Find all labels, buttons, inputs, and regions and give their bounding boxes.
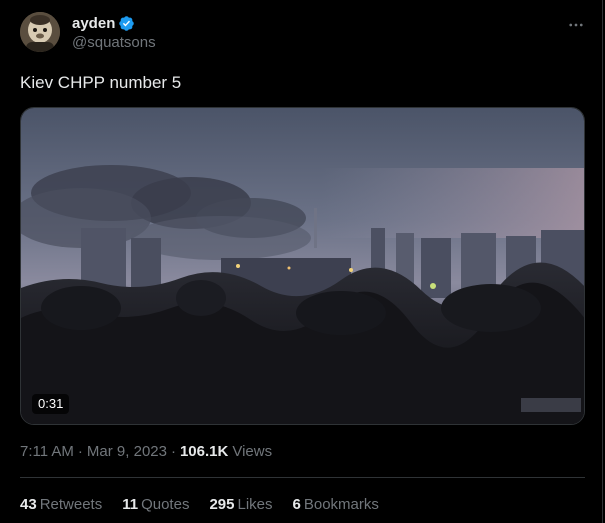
stat-bookmarks[interactable]: 6 Bookmarks: [293, 496, 379, 513]
stat-retweets[interactable]: 43 Retweets: [20, 496, 102, 513]
tweet-meta: 7:11 AM · Mar 9, 2023 · 106.1K Views: [20, 443, 272, 460]
author-names: ayden @squatsons: [72, 13, 156, 52]
stat-label: Bookmarks: [303, 496, 379, 513]
stat-count: 43: [20, 496, 37, 513]
tweet-time[interactable]: 7:11 AM: [20, 443, 74, 460]
tweet-stats: 43 Retweets 11 Quotes 295 Likes 6 Bookmarks: [20, 496, 399, 513]
avatar[interactable]: [20, 12, 60, 52]
more-icon[interactable]: [564, 15, 588, 35]
views-label: Views: [232, 443, 273, 460]
display-name[interactable]: ayden: [72, 15, 115, 32]
tweet-date[interactable]: Mar 9, 2023: [87, 443, 167, 460]
avatar-image: [20, 12, 60, 52]
display-name-row: ayden: [72, 13, 156, 33]
meta-separator: ·: [77, 443, 83, 460]
stat-likes[interactable]: 295 Likes: [209, 496, 272, 513]
tweet-card: ayden @squatsons Kiev CHPP number 5 0:31…: [0, 0, 603, 523]
stat-label: Retweets: [39, 496, 103, 513]
stat-label: Quotes: [141, 496, 190, 513]
video-thumbnail: [21, 108, 584, 424]
video-duration-badge: 0:31: [32, 394, 70, 414]
tweet-text: Kiev CHPP number 5: [20, 73, 182, 92]
author-handle[interactable]: @squatsons: [72, 34, 156, 51]
views-count: 106.1K: [179, 443, 229, 460]
divider: [20, 477, 585, 478]
stat-label: Likes: [237, 496, 273, 513]
stat-count: 11: [122, 496, 139, 513]
stat-quotes[interactable]: 11 Quotes: [122, 496, 189, 513]
stat-count: 6: [292, 496, 301, 513]
video-player[interactable]: 0:31: [20, 107, 585, 425]
meta-separator: ·: [170, 443, 176, 460]
tweet-header: ayden @squatsons: [20, 12, 590, 56]
stat-count: 295: [209, 496, 235, 513]
verified-badge-icon: [118, 15, 135, 32]
